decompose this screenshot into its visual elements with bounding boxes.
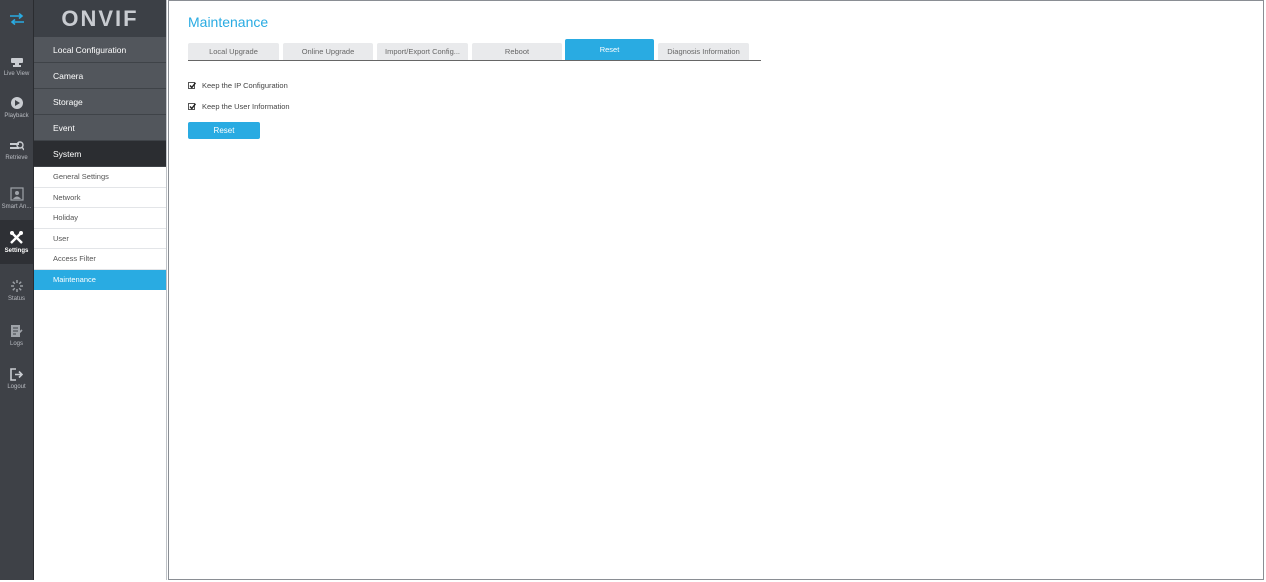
rail-logs[interactable]: Logs <box>0 313 33 357</box>
menu-holiday[interactable]: Holiday <box>34 208 166 229</box>
icon-rail: Live View Playback Retrieve Smart An... <box>0 0 34 580</box>
playback-icon <box>10 96 23 109</box>
onvif-logo: ONVIF <box>61 5 139 31</box>
tab-reset[interactable]: Reset <box>565 39 654 60</box>
rail-label: Retrieve <box>5 154 28 161</box>
rail-live-view[interactable]: Live View <box>0 45 33 89</box>
smart-analytics-icon <box>9 186 24 201</box>
swap-arrows-icon <box>9 13 24 25</box>
menu-storage[interactable]: Storage <box>34 89 166 115</box>
rail-retrieve[interactable]: Retrieve <box>0 128 33 172</box>
keep-ip-configuration-checkbox[interactable] <box>188 81 197 89</box>
rail-label: Settings <box>4 248 29 254</box>
menu-maintenance[interactable]: Maintenance <box>34 269 166 290</box>
keep-ip-configuration-row: Keep the IP Configuration <box>188 79 288 91</box>
tab-diagnosis-information[interactable]: Diagnosis Information <box>658 43 749 60</box>
settings-menu: ONVIF Local Configuration Camera Storage… <box>34 0 167 580</box>
rail-label: Smart An... <box>1 203 32 210</box>
settings-icon <box>10 231 23 244</box>
rail-label: Logs <box>9 340 23 347</box>
logs-icon <box>11 324 23 337</box>
status-icon <box>10 279 23 292</box>
logo-bar: ONVIF <box>34 0 166 37</box>
keep-ip-configuration-label: Keep the IP Configuration <box>202 80 288 90</box>
menu-local-configuration[interactable]: Local Configuration <box>34 37 166 63</box>
page-title: Maintenance <box>188 14 269 30</box>
rail-playback[interactable]: Playback <box>0 85 33 129</box>
rail-status[interactable]: Status <box>0 268 33 312</box>
tab-bar: Local Upgrade Online Upgrade Import/Expo… <box>188 39 761 61</box>
menu-user[interactable]: User <box>34 228 166 249</box>
menu-camera[interactable]: Camera <box>34 63 166 89</box>
rail-label: Status <box>7 295 25 302</box>
retrieve-icon <box>10 140 24 150</box>
reset-button[interactable]: Reset <box>188 122 260 139</box>
menu-access-filter[interactable]: Access Filter <box>34 249 166 270</box>
tab-reboot[interactable]: Reboot <box>472 43 562 60</box>
keep-user-information-row: Keep the User Information <box>188 100 290 112</box>
toggle-panel-button[interactable] <box>0 0 33 38</box>
rail-settings[interactable]: Settings <box>0 220 33 264</box>
logout-icon <box>10 368 23 381</box>
tab-import-export-config[interactable]: Import/Export Config... <box>377 43 468 60</box>
live-view-icon <box>10 58 23 67</box>
tab-local-upgrade[interactable]: Local Upgrade <box>188 43 279 60</box>
rail-label: Playback <box>4 112 29 119</box>
keep-user-information-label: Keep the User Information <box>202 101 290 111</box>
checkmark-icon <box>189 81 197 89</box>
keep-user-information-checkbox[interactable] <box>188 102 197 110</box>
tab-online-upgrade[interactable]: Online Upgrade <box>283 43 373 60</box>
checkmark-icon <box>189 102 197 110</box>
rail-logout[interactable]: Logout <box>0 357 33 401</box>
rail-smart-analytics[interactable]: Smart An... <box>0 176 33 220</box>
menu-system[interactable]: System <box>34 141 166 167</box>
main-content: Maintenance Local Upgrade Online Upgrade… <box>168 0 1264 580</box>
rail-label: Logout <box>7 384 26 390</box>
menu-event[interactable]: Event <box>34 115 166 141</box>
rail-label: Live View <box>3 71 30 77</box>
menu-network[interactable]: Network <box>34 187 166 208</box>
menu-general-settings[interactable]: General Settings <box>34 167 166 188</box>
